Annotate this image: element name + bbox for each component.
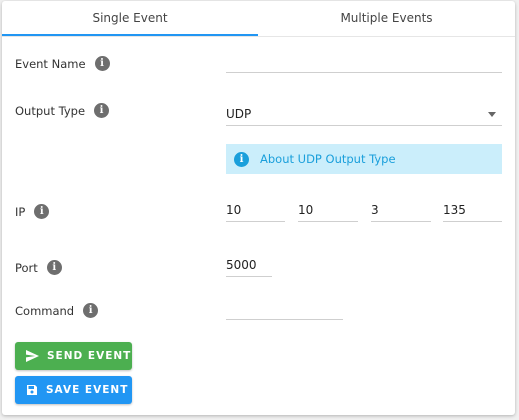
ip-octet-4-input[interactable]: 135 <box>443 199 502 222</box>
command-label: Command i <box>15 303 99 318</box>
send-icon <box>26 350 39 362</box>
info-icon[interactable]: i <box>83 303 99 318</box>
tab-bar: Single Event Multiple Events <box>2 1 515 37</box>
output-type-select[interactable]: UDP <box>226 103 502 126</box>
active-tab-indicator <box>2 34 258 36</box>
event-name-input[interactable] <box>226 50 502 73</box>
port-input[interactable]: 5000 <box>226 254 272 277</box>
event-name-label-text: Event Name <box>15 56 86 71</box>
output-type-value: UDP <box>226 107 252 121</box>
send-event-label: SEND EVENT <box>47 350 132 362</box>
ip-octet-3-input[interactable]: 3 <box>371 199 431 222</box>
port-label-text: Port <box>15 260 38 275</box>
save-event-button[interactable]: SAVE EVENT <box>15 376 132 404</box>
floppy-disk-icon <box>27 385 37 395</box>
ip-octet-2-input[interactable]: 10 <box>298 199 358 222</box>
command-label-text: Command <box>15 303 75 318</box>
ip-label: IP i <box>15 204 50 219</box>
info-icon[interactable]: i <box>34 204 50 219</box>
info-icon[interactable]: i <box>46 260 62 275</box>
output-type-label: Output Type i <box>15 103 110 118</box>
ip-octet-1-input[interactable]: 10 <box>226 199 285 222</box>
about-output-type-text: About UDP Output Type <box>260 152 396 166</box>
event-name-label: Event Name i <box>15 56 110 71</box>
send-event-button[interactable]: SEND EVENT <box>15 342 132 370</box>
ip-label-text: IP <box>15 204 26 219</box>
info-icon[interactable]: i <box>94 103 110 118</box>
output-type-label-text: Output Type <box>15 103 86 118</box>
about-output-type-link[interactable]: i About UDP Output Type <box>226 144 502 174</box>
chevron-down-icon <box>488 112 496 117</box>
event-card: Single Event Multiple Events Event Name … <box>2 1 515 415</box>
tab-multiple-events[interactable]: Multiple Events <box>258 1 515 36</box>
tab-single-event[interactable]: Single Event <box>2 1 258 36</box>
port-label: Port i <box>15 260 62 275</box>
info-icon[interactable]: i <box>94 56 110 71</box>
save-event-label: SAVE EVENT <box>46 384 129 396</box>
command-input[interactable] <box>226 297 343 320</box>
info-icon: i <box>234 151 249 167</box>
